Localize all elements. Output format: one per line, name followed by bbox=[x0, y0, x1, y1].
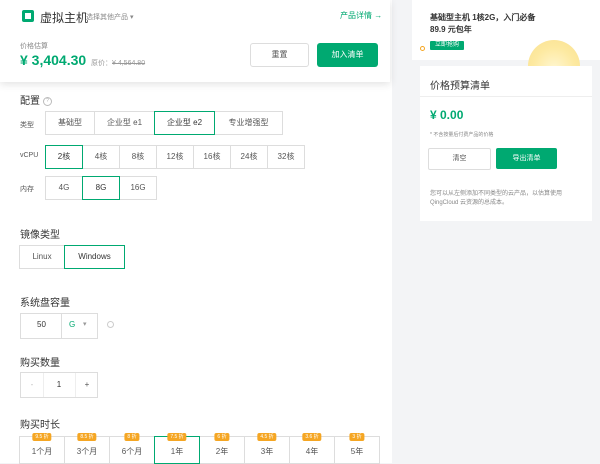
disk-unit-value: G bbox=[69, 320, 76, 329]
promo-title: 基础型主机 1核2G，入门必备 bbox=[430, 13, 536, 22]
product-detail-link[interactable]: 产品详情 → bbox=[340, 10, 382, 21]
duration-option[interactable]: 7.5 折 1年 bbox=[154, 433, 200, 464]
info-icon[interactable] bbox=[107, 321, 114, 328]
price-estimate-label: 价格估算 bbox=[20, 43, 48, 50]
price-estimate: ¥ 3,404.30 bbox=[20, 52, 87, 68]
discount-badge: 7.5 折 bbox=[167, 433, 187, 441]
product-selector[interactable]: 选择其他产品 ▾ bbox=[86, 12, 133, 22]
vcpu-option-4[interactable]: 4核 bbox=[82, 145, 120, 169]
config-title-text: 配置 bbox=[20, 96, 40, 107]
memory-option-4g[interactable]: 4G bbox=[45, 176, 83, 200]
clear-button[interactable]: 清空 bbox=[428, 148, 491, 170]
discount-badge: 6 折 bbox=[214, 433, 230, 441]
duration-label: 2年 bbox=[215, 447, 229, 456]
duration-label: 1个月 bbox=[31, 447, 53, 456]
type-option-e1[interactable]: 企业型 e1 bbox=[94, 111, 155, 135]
memory-option-8g[interactable]: 8G bbox=[82, 176, 120, 200]
memory-options: 4G 8G 16G bbox=[45, 176, 157, 200]
image-section-title: 镜像类型 bbox=[20, 230, 60, 241]
budget-note: * 不含按量后付费产品的价格 bbox=[430, 132, 494, 138]
duration-label: 4年 bbox=[305, 447, 319, 456]
discount-badge: 9.5 折 bbox=[32, 433, 52, 441]
discount-badge: 4.5 折 bbox=[257, 433, 277, 441]
original-price: 原价：¥ 4,564.80 bbox=[91, 58, 145, 68]
memory-label: 内存 bbox=[20, 186, 34, 193]
duration-options: 9.5 折 1个月 8.5 折 3个月 8 折 6个月 7.5 折 1年 6 折 2年 4… bbox=[19, 433, 380, 464]
vcpu-label: vCPU bbox=[20, 152, 39, 159]
disk-unit-select[interactable]: G ▾ bbox=[61, 314, 97, 338]
promo-buy-button[interactable]: 立即抢购 bbox=[430, 41, 465, 50]
discount-badge: 3.6 折 bbox=[302, 433, 322, 441]
image-options: Linux Windows bbox=[19, 245, 125, 269]
discount-badge: 3 折 bbox=[349, 433, 365, 441]
duration-option[interactable]: 3 折 5年 bbox=[334, 433, 380, 464]
duration-label: 1年 bbox=[170, 447, 184, 456]
config-panel: 虚拟主机 选择其他产品 ▾ 产品详情 → 价格估算 ¥ 3,404.30 原价：… bbox=[0, 0, 392, 464]
duration-label: 6个月 bbox=[121, 447, 143, 456]
product-title: 虚拟主机 bbox=[40, 11, 89, 25]
vcpu-option-8[interactable]: 8核 bbox=[119, 145, 157, 169]
decoration-dot-icon bbox=[420, 46, 425, 51]
duration-section-title: 购买时长 bbox=[20, 420, 60, 431]
disk-section-title: 系统盘容量 bbox=[20, 298, 70, 309]
divider bbox=[420, 96, 592, 97]
vcpu-options: 2核 4核 8核 12核 16核 24核 32核 bbox=[45, 145, 305, 169]
discount-badge: 8.5 折 bbox=[77, 433, 97, 441]
config-section-title: 配置? bbox=[20, 92, 52, 107]
duration-option[interactable]: 3.6 折 4年 bbox=[289, 433, 335, 464]
vcpu-option-24[interactable]: 24核 bbox=[230, 145, 268, 169]
type-option-e2[interactable]: 企业型 e2 bbox=[154, 111, 215, 135]
quantity-section-title: 购买数量 bbox=[20, 358, 60, 369]
product-logo-icon bbox=[22, 10, 34, 22]
quantity-increment-button[interactable]: + bbox=[75, 373, 98, 397]
budget-description: 您可以从左侧添加不同类型的云产品，以估算使用 QingCloud 云资源的总成本… bbox=[430, 191, 563, 206]
memory-option-16g[interactable]: 16G bbox=[119, 176, 157, 200]
type-option-basic[interactable]: 基础型 bbox=[45, 111, 95, 135]
duration-option[interactable]: 4.5 折 3年 bbox=[244, 433, 290, 464]
original-price-prefix: 原价： bbox=[91, 60, 112, 67]
product-selector-label: 选择其他产品 bbox=[86, 14, 128, 21]
disk-size-input[interactable]: 50 G ▾ bbox=[20, 313, 98, 339]
vcpu-option-32[interactable]: 32核 bbox=[267, 145, 305, 169]
disk-size-value: 50 bbox=[37, 320, 46, 329]
image-option-windows[interactable]: Windows bbox=[64, 245, 125, 269]
quantity-stepper: - 1 + bbox=[20, 372, 98, 398]
budget-panel: 价格预算清单 ¥ 0.00 * 不含按量后付费产品的价格 清空 导出清单 您可以… bbox=[420, 66, 592, 221]
duration-option[interactable]: 9.5 折 1个月 bbox=[19, 433, 65, 464]
type-options: 基础型 企业型 e1 企业型 e2 专业增强型 bbox=[45, 111, 283, 135]
original-price-value: ¥ 4,564.80 bbox=[112, 60, 146, 67]
vcpu-option-16[interactable]: 16核 bbox=[193, 145, 231, 169]
chevron-down-icon: ▾ bbox=[83, 321, 87, 328]
budget-amount: ¥ 0.00 bbox=[430, 108, 464, 122]
reset-button[interactable]: 重置 bbox=[250, 43, 309, 67]
chevron-down-icon: ▾ bbox=[129, 14, 134, 21]
price-header: 虚拟主机 选择其他产品 ▾ 产品详情 → 价格估算 ¥ 3,404.30 原价：… bbox=[0, 0, 390, 82]
promo-price: 89.9 元包年 bbox=[430, 25, 472, 34]
budget-title: 价格预算清单 bbox=[430, 81, 490, 92]
duration-label: 5年 bbox=[350, 447, 364, 456]
add-to-list-button[interactable]: 加入清单 bbox=[317, 43, 378, 67]
quantity-input[interactable]: 1 bbox=[44, 373, 74, 397]
type-label: 类型 bbox=[20, 122, 34, 129]
export-list-button[interactable]: 导出清单 bbox=[496, 148, 557, 169]
duration-option[interactable]: 8.5 折 3个月 bbox=[64, 433, 110, 464]
image-option-linux[interactable]: Linux bbox=[19, 245, 65, 269]
duration-option[interactable]: 6 折 2年 bbox=[199, 433, 245, 464]
vcpu-option-2[interactable]: 2核 bbox=[45, 145, 83, 169]
discount-badge: 8 折 bbox=[124, 433, 140, 441]
quantity-decrement-button[interactable]: - bbox=[21, 373, 44, 397]
duration-label: 3年 bbox=[260, 447, 274, 456]
vcpu-option-12[interactable]: 12核 bbox=[156, 145, 194, 169]
duration-option[interactable]: 8 折 6个月 bbox=[109, 433, 155, 464]
duration-label: 3个月 bbox=[76, 447, 98, 456]
help-icon[interactable]: ? bbox=[43, 96, 52, 106]
type-option-pro[interactable]: 专业增强型 bbox=[214, 111, 283, 135]
